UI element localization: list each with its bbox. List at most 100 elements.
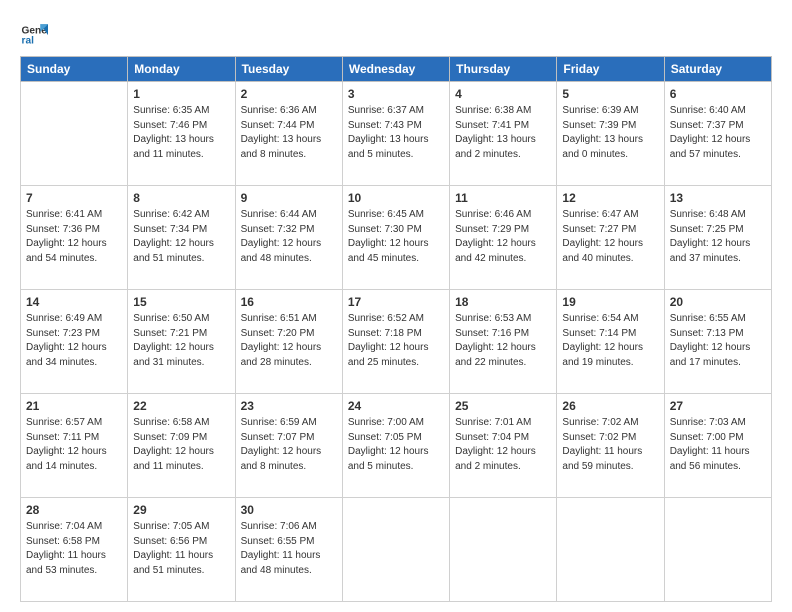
day-number: 17 [348, 294, 444, 310]
day-number: 10 [348, 190, 444, 206]
day-number: 14 [26, 294, 122, 310]
day-info: Sunrise: 6:39 AM Sunset: 7:39 PM Dayligh… [562, 105, 643, 160]
day-number: 11 [455, 190, 551, 206]
day-info: Sunrise: 6:40 AM Sunset: 7:37 PM Dayligh… [670, 105, 751, 160]
day-info: Sunrise: 6:48 AM Sunset: 7:25 PM Dayligh… [670, 209, 751, 264]
day-number: 5 [562, 86, 658, 102]
weekday-header-wednesday: Wednesday [342, 57, 449, 82]
day-info: Sunrise: 7:03 AM Sunset: 7:00 PM Dayligh… [670, 417, 750, 472]
day-number: 3 [348, 86, 444, 102]
calendar-cell: 20 Sunrise: 6:55 AM Sunset: 7:13 PM Dayli… [664, 290, 771, 394]
calendar-week-2: 14Sunrise: 6:49 AM Sunset: 7:23 PM Dayli… [21, 290, 772, 394]
day-number: 23 [241, 398, 337, 414]
day-number: 26 [562, 398, 658, 414]
day-info: Sunrise: 7:02 AM Sunset: 7:02 PM Dayligh… [562, 417, 642, 472]
calendar-cell: 21 Sunrise: 6:57 AM Sunset: 7:11 PM Dayli… [21, 394, 128, 498]
logo-icon: Gene ral [20, 18, 48, 46]
calendar-cell: 3 Sunrise: 6:37 AM Sunset: 7:43 PM Daylig… [342, 82, 449, 186]
calendar: SundayMondayTuesdayWednesdayThursdayFrid… [20, 56, 772, 602]
calendar-week-0: 1 Sunrise: 6:35 AM Sunset: 7:46 PM Daylig… [21, 82, 772, 186]
calendar-cell: 26 Sunrise: 7:02 AM Sunset: 7:02 PM Dayli… [557, 394, 664, 498]
day-info: Sunrise: 6:53 AM Sunset: 7:16 PM Dayligh… [455, 313, 536, 368]
weekday-header-monday: Monday [128, 57, 235, 82]
calendar-cell: 11 Sunrise: 6:46 AM Sunset: 7:29 PM Dayli… [450, 186, 557, 290]
calendar-cell: 27 Sunrise: 7:03 AM Sunset: 7:00 PM Dayli… [664, 394, 771, 498]
calendar-cell [664, 498, 771, 602]
day-info: Sunrise: 6:59 AM Sunset: 7:07 PM Dayligh… [241, 417, 322, 472]
day-number: 28 [26, 502, 122, 518]
weekday-header-tuesday: Tuesday [235, 57, 342, 82]
day-info: Sunrise: 6:58 AM Sunset: 7:09 PM Dayligh… [133, 417, 214, 472]
day-number: 7 [26, 190, 122, 206]
day-number: 29 [133, 502, 229, 518]
day-number: 19 [562, 294, 658, 310]
calendar-cell: 22 Sunrise: 6:58 AM Sunset: 7:09 PM Dayli… [128, 394, 235, 498]
calendar-cell: 7 Sunrise: 6:41 AM Sunset: 7:36 PM Daylig… [21, 186, 128, 290]
calendar-cell: 2 Sunrise: 6:36 AM Sunset: 7:44 PM Daylig… [235, 82, 342, 186]
day-info: Sunrise: 6:36 AM Sunset: 7:44 PM Dayligh… [241, 105, 322, 160]
day-info: Sunrise: 6:38 AM Sunset: 7:41 PM Dayligh… [455, 105, 536, 160]
day-info: Sunrise: 6:57 AM Sunset: 7:11 PM Dayligh… [26, 417, 107, 472]
calendar-week-3: 21 Sunrise: 6:57 AM Sunset: 7:11 PM Dayli… [21, 394, 772, 498]
day-number: 4 [455, 86, 551, 102]
day-info: Sunrise: 6:46 AM Sunset: 7:29 PM Dayligh… [455, 209, 536, 264]
day-info: Sunrise: 7:01 AM Sunset: 7:04 PM Dayligh… [455, 417, 536, 472]
day-info: Sunrise: 6:50 AM Sunset: 7:21 PM Dayligh… [133, 313, 214, 368]
day-number: 6 [670, 86, 766, 102]
day-info: Sunrise: 6:54 AM Sunset: 7:14 PM Dayligh… [562, 313, 643, 368]
weekday-header-friday: Friday [557, 57, 664, 82]
day-info: Sunrise: 6:37 AM Sunset: 7:43 PM Dayligh… [348, 105, 429, 160]
weekday-header-thursday: Thursday [450, 57, 557, 82]
calendar-cell [557, 498, 664, 602]
day-number: 27 [670, 398, 766, 414]
calendar-cell: 25 Sunrise: 7:01 AM Sunset: 7:04 PM Dayli… [450, 394, 557, 498]
day-info: Sunrise: 6:44 AM Sunset: 7:32 PM Dayligh… [241, 209, 322, 264]
day-info: Sunrise: 7:05 AM Sunset: 6:56 PM Dayligh… [133, 521, 213, 576]
calendar-cell: 18 Sunrise: 6:53 AM Sunset: 7:16 PM Dayli… [450, 290, 557, 394]
calendar-cell: 13 Sunrise: 6:48 AM Sunset: 7:25 PM Dayli… [664, 186, 771, 290]
calendar-cell: 15 Sunrise: 6:50 AM Sunset: 7:21 PM Dayli… [128, 290, 235, 394]
day-number: 13 [670, 190, 766, 206]
logo: Gene ral [20, 18, 52, 46]
calendar-cell: 6 Sunrise: 6:40 AM Sunset: 7:37 PM Daylig… [664, 82, 771, 186]
day-number: 1 [133, 86, 229, 102]
day-info: Sunrise: 6:55 AM Sunset: 7:13 PM Dayligh… [670, 313, 751, 368]
calendar-week-4: 28 Sunrise: 7:04 AM Sunset: 6:58 PM Dayli… [21, 498, 772, 602]
day-info: Sunrise: 6:51 AM Sunset: 7:20 PM Dayligh… [241, 313, 322, 368]
calendar-cell [21, 82, 128, 186]
day-number: 22 [133, 398, 229, 414]
calendar-cell: 8 Sunrise: 6:42 AM Sunset: 7:34 PM Daylig… [128, 186, 235, 290]
calendar-cell: 19 Sunrise: 6:54 AM Sunset: 7:14 PM Dayli… [557, 290, 664, 394]
calendar-cell: 29 Sunrise: 7:05 AM Sunset: 6:56 PM Dayli… [128, 498, 235, 602]
day-info: Sunrise: 7:04 AM Sunset: 6:58 PM Dayligh… [26, 521, 106, 576]
calendar-cell: 23 Sunrise: 6:59 AM Sunset: 7:07 PM Dayli… [235, 394, 342, 498]
weekday-header-sunday: Sunday [21, 57, 128, 82]
day-info: Sunrise: 7:06 AM Sunset: 6:55 PM Dayligh… [241, 521, 321, 576]
calendar-cell: 30Sunrise: 7:06 AM Sunset: 6:55 PM Dayli… [235, 498, 342, 602]
weekday-header-saturday: Saturday [664, 57, 771, 82]
day-info: Sunrise: 6:47 AM Sunset: 7:27 PM Dayligh… [562, 209, 643, 264]
calendar-cell: 14Sunrise: 6:49 AM Sunset: 7:23 PM Dayli… [21, 290, 128, 394]
day-info: Sunrise: 6:42 AM Sunset: 7:34 PM Dayligh… [133, 209, 214, 264]
day-number: 18 [455, 294, 551, 310]
calendar-cell [450, 498, 557, 602]
day-info: Sunrise: 6:41 AM Sunset: 7:36 PM Dayligh… [26, 209, 107, 264]
day-number: 25 [455, 398, 551, 414]
calendar-cell: 5 Sunrise: 6:39 AM Sunset: 7:39 PM Daylig… [557, 82, 664, 186]
calendar-cell: 10 Sunrise: 6:45 AM Sunset: 7:30 PM Dayli… [342, 186, 449, 290]
calendar-cell: 9Sunrise: 6:44 AM Sunset: 7:32 PM Daylig… [235, 186, 342, 290]
calendar-cell: 17 Sunrise: 6:52 AM Sunset: 7:18 PM Dayli… [342, 290, 449, 394]
day-info: Sunrise: 6:45 AM Sunset: 7:30 PM Dayligh… [348, 209, 429, 264]
calendar-cell: 4 Sunrise: 6:38 AM Sunset: 7:41 PM Daylig… [450, 82, 557, 186]
day-number: 15 [133, 294, 229, 310]
day-info: Sunrise: 6:52 AM Sunset: 7:18 PM Dayligh… [348, 313, 429, 368]
calendar-cell [342, 498, 449, 602]
day-number: 20 [670, 294, 766, 310]
day-number: 8 [133, 190, 229, 206]
day-number: 2 [241, 86, 337, 102]
day-number: 12 [562, 190, 658, 206]
day-number: 21 [26, 398, 122, 414]
calendar-cell: 16Sunrise: 6:51 AM Sunset: 7:20 PM Dayli… [235, 290, 342, 394]
day-info: Sunrise: 6:35 AM Sunset: 7:46 PM Dayligh… [133, 105, 214, 160]
calendar-cell: 28 Sunrise: 7:04 AM Sunset: 6:58 PM Dayli… [21, 498, 128, 602]
